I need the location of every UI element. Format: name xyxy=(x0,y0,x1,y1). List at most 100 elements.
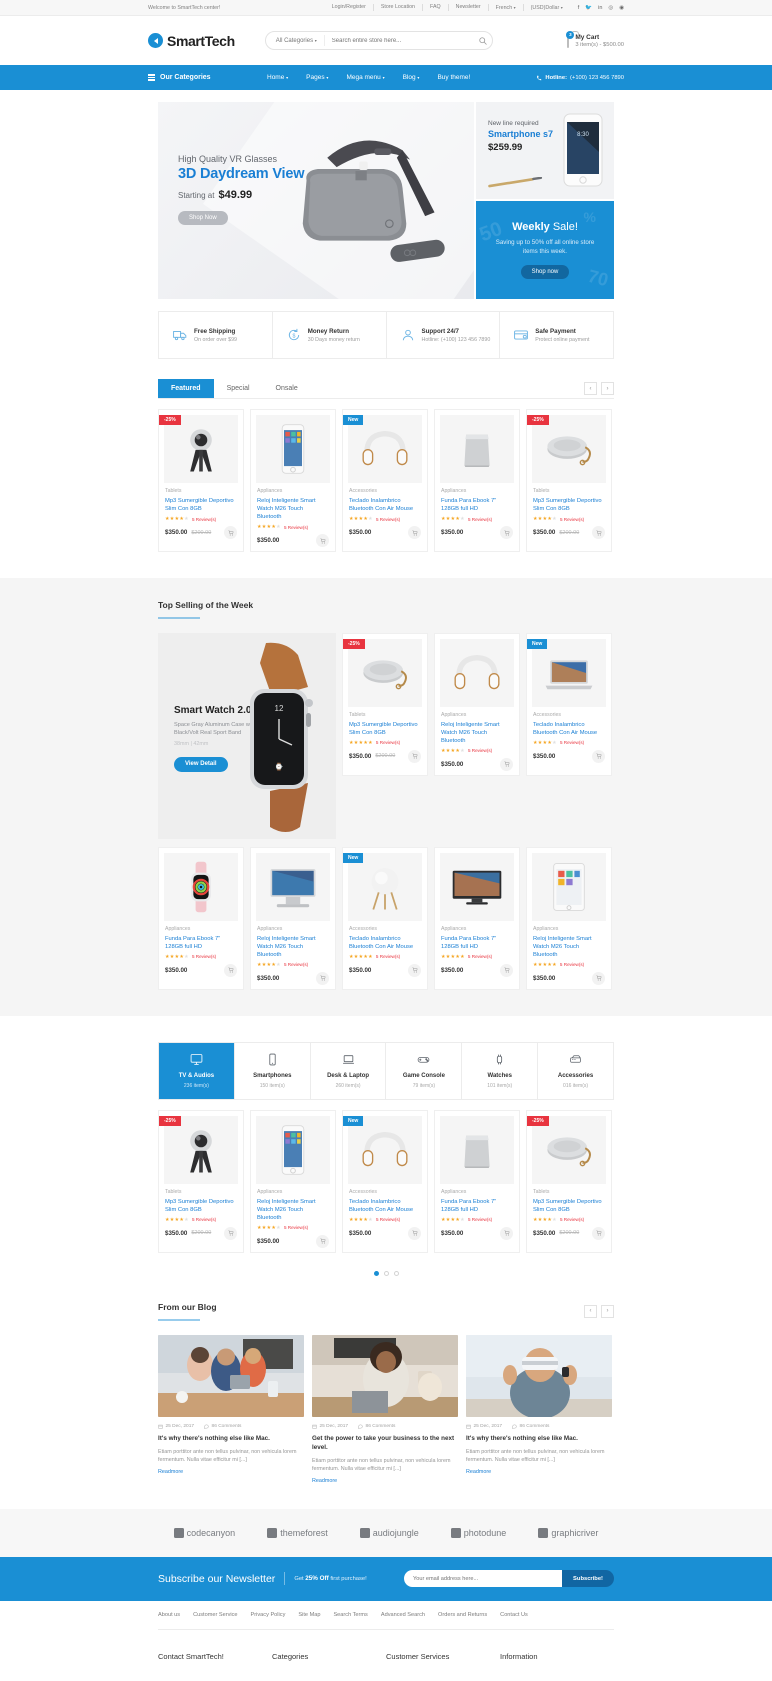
product-name[interactable]: Mp3 Sumergible Deportivo Slim Con 8GB xyxy=(533,497,605,513)
product-name[interactable]: Mp3 Sumergible Deportivo Slim Con 8GB xyxy=(165,1198,237,1214)
hero-shop-now-button[interactable]: Shop Now xyxy=(178,211,228,225)
blog-readmore-link[interactable]: Readmore xyxy=(312,1478,337,1484)
product-name[interactable]: Funda Para Ebook 7" 128GB full HD xyxy=(441,1198,513,1214)
brand-codecanyon[interactable]: codecanyon xyxy=(173,1527,235,1538)
product-card[interactable]: Appliances Funda Para Ebook 7" 128GB ful… xyxy=(434,846,520,990)
top-link-faq[interactable]: FAQ xyxy=(423,4,449,11)
cart-button[interactable]: 3 My Cart 3 item(s) - $500.00 xyxy=(566,30,624,48)
promo-weekly-sale[interactable]: 50 70 % Weekly Sale! Saving up to 50% of… xyxy=(476,201,614,299)
footer-link[interactable]: Privacy Policy xyxy=(251,1612,286,1618)
promo-smartphone[interactable]: New line required Smartphone s7 $259.99 … xyxy=(476,102,614,199)
currency-selector[interactable]: (USD)Dollar ▾ xyxy=(524,4,570,12)
product-card[interactable]: -25% Tablets Mp3 Sumergible Deportivo Sl… xyxy=(158,1109,244,1253)
blog-card[interactable]: 25 Dec, 2017 86 Comments Get the power t… xyxy=(312,1334,458,1485)
blog-post-title[interactable]: It's why there's nothing else like Mac. xyxy=(466,1434,612,1443)
product-card[interactable]: New Accessories Teclado Inalambrico Blue… xyxy=(342,846,428,990)
add-to-cart-button[interactable] xyxy=(500,1226,513,1240)
product-card[interactable]: Appliances Reloj Inteligente Smart Watch… xyxy=(250,1109,336,1253)
product-name[interactable]: Teclado Inalambrico Bluetooth Con Air Mo… xyxy=(533,721,605,737)
blog-card[interactable]: 25 Dec, 2017 86 Comments It's why there'… xyxy=(158,1334,304,1485)
footer-link[interactable]: Site Map xyxy=(298,1612,320,1618)
product-name[interactable]: Funda Para Ebook 7" 128GB full HD xyxy=(165,935,237,951)
blog-post-title[interactable]: Get the power to take your business to t… xyxy=(312,1434,458,1452)
add-to-cart-button[interactable] xyxy=(224,963,237,977)
tab-featured[interactable]: Featured xyxy=(158,379,214,398)
add-to-cart-button[interactable] xyxy=(500,963,513,977)
nav-item-pages[interactable]: Pages ▾ xyxy=(297,74,337,81)
search-category-select[interactable]: All Categories ▾ xyxy=(266,35,325,46)
search-button[interactable] xyxy=(475,32,492,49)
category-tab-accessories[interactable]: Accessories 016 item(s) xyxy=(538,1042,613,1099)
pinterest-icon[interactable]: ◎ xyxy=(608,5,613,11)
add-to-cart-button[interactable] xyxy=(592,526,605,539)
brand-audiojungle[interactable]: audiojungle xyxy=(359,1527,419,1538)
footer-link[interactable]: About us xyxy=(158,1612,180,1618)
footer-link[interactable]: Contact Us xyxy=(500,1612,528,1618)
add-to-cart-button[interactable] xyxy=(224,1226,237,1240)
add-to-cart-button[interactable] xyxy=(408,963,421,977)
product-card[interactable]: -25% Tablets Mp3 Sumergible Deportivo Sl… xyxy=(526,1109,612,1253)
nav-item-blog[interactable]: Blog ▾ xyxy=(394,74,429,81)
brand-photodune[interactable]: photodune xyxy=(450,1527,506,1538)
product-name[interactable]: Teclado Inalambrico Bluetooth Con Air Mo… xyxy=(349,935,421,951)
add-to-cart-button[interactable] xyxy=(408,1226,421,1240)
top-link-newsletter[interactable]: Newsletter xyxy=(449,4,489,11)
featured-next-button[interactable]: › xyxy=(601,382,614,395)
nav-item-buy-theme[interactable]: Buy theme! xyxy=(428,74,479,81)
product-name[interactable]: Reloj Inteligente Smart Watch M26 Touch … xyxy=(533,935,605,959)
category-tab-tv-audios[interactable]: TV & Audios 236 item(s) xyxy=(159,1042,235,1099)
category-tab-game-console[interactable]: Game Console 79 item(s) xyxy=(386,1042,463,1099)
newsletter-subscribe-button[interactable]: Subscribe! xyxy=(562,1570,614,1588)
add-to-cart-button[interactable] xyxy=(224,526,237,539)
top-link-login[interactable]: Login/Register xyxy=(325,4,374,11)
facebook-icon[interactable]: f xyxy=(578,5,580,11)
weekly-sale-button[interactable]: Shop now xyxy=(520,265,570,279)
product-card[interactable]: Appliances Reloj Inteligente Smart Watch… xyxy=(250,409,336,552)
hero-main-banner[interactable]: High Quality VR Glasses 3D Daydream View… xyxy=(158,102,474,299)
product-card[interactable]: Appliances Funda Para Ebook 7" 128GB ful… xyxy=(434,409,520,552)
blog-card[interactable]: 25 Dec, 2017 86 Comments It's why there'… xyxy=(466,1334,612,1485)
carousel-dot-3[interactable] xyxy=(393,1270,399,1276)
product-card[interactable]: Appliances Reloj Inteligente Smart Watch… xyxy=(434,632,520,776)
blog-prev-button[interactable]: ‹ xyxy=(584,1304,597,1318)
category-tab-smartphones[interactable]: Smartphones 150 item(s) xyxy=(234,1042,311,1099)
add-to-cart-button[interactable] xyxy=(316,534,329,547)
top-link-store-location[interactable]: Store Location xyxy=(374,4,424,11)
add-to-cart-button[interactable] xyxy=(316,971,329,985)
product-card[interactable]: Appliances Reloj Inteligente Smart Watch… xyxy=(526,846,612,990)
product-name[interactable]: Mp3 Sumergible Deportivo Slim Con 8GB xyxy=(165,497,237,513)
product-name[interactable]: Reloj Inteligente Smart Watch M26 Touch … xyxy=(257,1198,329,1222)
product-card[interactable]: Appliances Funda Para Ebook 7" 128GB ful… xyxy=(434,1109,520,1253)
nav-item-home[interactable]: Home ▾ xyxy=(258,74,297,81)
footer-link[interactable]: Search Terms xyxy=(333,1612,367,1618)
add-to-cart-button[interactable] xyxy=(500,757,513,771)
tab-onsale[interactable]: Onsale xyxy=(263,379,311,398)
category-tab-watches[interactable]: Watches 101 item(s) xyxy=(462,1042,539,1099)
google-icon[interactable]: ◉ xyxy=(619,5,624,11)
tab-special[interactable]: Special xyxy=(214,379,263,398)
newsletter-email-input[interactable] xyxy=(404,1570,563,1588)
carousel-dot-2[interactable] xyxy=(383,1270,389,1276)
product-name[interactable]: Teclado Inalambrico Bluetooth Con Air Mo… xyxy=(349,497,421,513)
blog-next-button[interactable]: › xyxy=(601,1304,614,1318)
product-card[interactable]: New Accessories Teclado Inalambrico Blue… xyxy=(342,409,428,552)
add-to-cart-button[interactable] xyxy=(316,1234,329,1248)
product-name[interactable]: Reloj Inteligente Smart Watch M26 Touch … xyxy=(441,721,513,745)
category-tab-desk-laptop[interactable]: Desk & Laptop 260 item(s) xyxy=(310,1042,387,1099)
product-card[interactable]: -25% Tablets Mp3 Sumergible Deportivo Sl… xyxy=(526,409,612,552)
featured-prev-button[interactable]: ‹ xyxy=(584,382,597,395)
add-to-cart-button[interactable] xyxy=(592,971,605,985)
footer-link[interactable]: Orders and Returns xyxy=(438,1612,487,1618)
product-name[interactable]: Mp3 Sumergible Deportivo Slim Con 8GB xyxy=(533,1198,605,1214)
product-card[interactable]: -25% Tablets Mp3 Sumergible Deportivo Sl… xyxy=(342,632,428,776)
product-name[interactable]: Funda Para Ebook 7" 128GB full HD xyxy=(441,935,513,951)
blog-readmore-link[interactable]: Readmore xyxy=(466,1469,491,1475)
product-name[interactable]: Funda Para Ebook 7" 128GB full HD xyxy=(441,497,513,513)
site-logo[interactable]: SmartTech xyxy=(148,33,235,49)
product-card[interactable]: Appliances Reloj Inteligente Smart Watch… xyxy=(250,846,336,990)
product-name[interactable]: Teclado Inalambrico Bluetooth Con Air Mo… xyxy=(349,1198,421,1214)
blog-post-title[interactable]: It's why there's nothing else like Mac. xyxy=(158,1434,304,1443)
footer-link[interactable]: Customer Service xyxy=(193,1612,237,1618)
linkedin-icon[interactable]: in xyxy=(598,5,602,11)
product-name[interactable]: Mp3 Sumergible Deportivo Slim Con 8GB xyxy=(349,721,421,737)
